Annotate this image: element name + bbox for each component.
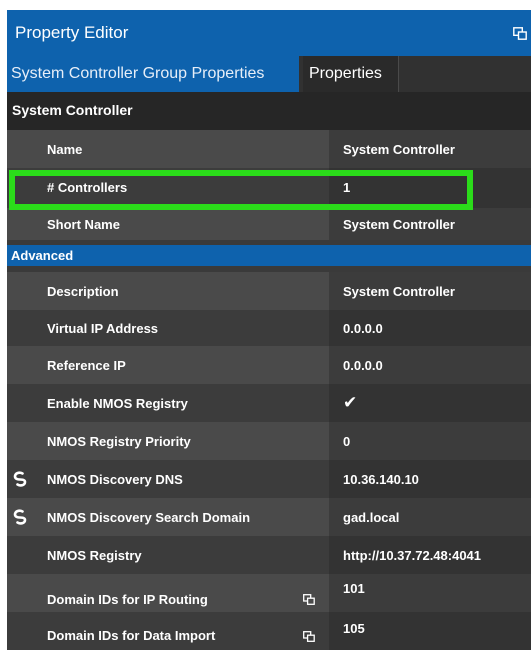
property-editor-panel: Property Editor System Controller Group … [7,10,531,650]
property-name: Virtual IP Address [47,321,159,336]
property-name: Domain IDs for Data Import [47,628,216,643]
property-row-domain-ids-data-import[interactable]: Domain IDs for Data Import 105 [7,612,531,650]
tab-bar: System Controller Group Properties Prope… [7,56,531,92]
property-name: Reference IP [47,358,126,373]
undock-icon[interactable] [513,27,527,40]
property-value[interactable]: 0.0.0.0 [343,358,383,373]
property-row-controllers[interactable]: # Controllers 1 [7,168,531,208]
section-header-advanced[interactable]: Advanced [7,245,531,266]
property-row-nmos-registry-priority[interactable]: NMOS Registry Priority 0 [7,422,531,460]
property-row-name[interactable]: Name System Controller [7,130,531,168]
property-row-nmos-discovery-search-domain[interactable]: NMOS Discovery Search Domain gad.local [7,498,531,536]
property-name: NMOS Discovery DNS [47,472,183,487]
property-value[interactable]: 0.0.0.0 [343,321,383,336]
property-name: Short Name [47,217,120,232]
property-name: Name [47,142,83,157]
property-name: # Controllers [47,180,128,195]
property-name: Enable NMOS Registry [47,396,188,411]
enable-nmos-registry-checkbox[interactable]: ✔ [343,393,357,413]
property-value[interactable]: gad.local [343,510,399,525]
section-label: Advanced [11,248,74,263]
property-row-short-name[interactable]: Short Name System Controller [7,208,531,240]
property-row-virtual-ip[interactable]: Virtual IP Address 0.0.0.0 [7,310,531,346]
property-row-reference-ip[interactable]: Reference IP 0.0.0.0 [7,346,531,384]
section-label: System Controller [12,102,133,118]
property-value[interactable]: System Controller [343,217,455,232]
link-icon[interactable] [11,508,29,526]
property-value[interactable]: 0 [343,434,350,449]
property-row-description[interactable]: Description System Controller [7,272,531,310]
property-name: Domain IDs for IP Routing [47,592,208,607]
popout-icon[interactable] [303,594,315,605]
title-bar: Property Editor [7,10,531,56]
panel-title: Property Editor [15,23,129,42]
tab-system-controller-group-properties[interactable]: System Controller Group Properties [7,56,299,92]
property-value[interactable]: 101 [343,581,365,596]
link-icon[interactable] [11,470,29,488]
property-value[interactable]: 105 [343,621,365,636]
popout-icon[interactable] [303,631,315,642]
property-name: NMOS Registry Priority [47,434,191,449]
property-value[interactable]: 10.36.140.10 [343,472,419,487]
section-header-system-controller[interactable]: System Controller [7,92,531,130]
property-value[interactable]: System Controller [343,284,455,299]
property-row-enable-nmos-registry[interactable]: Enable NMOS Registry ✔ [7,384,531,422]
property-row-nmos-discovery-dns[interactable]: NMOS Discovery DNS 10.36.140.10 [7,460,531,498]
property-row-domain-ids-ip-routing[interactable]: Domain IDs for IP Routing 101 [7,574,531,612]
property-value[interactable]: System Controller [343,142,455,157]
property-value[interactable]: http://10.37.72.48:4041 [343,548,481,563]
property-name: Description [47,284,119,299]
property-name: NMOS Registry [47,548,142,563]
property-row-nmos-registry[interactable]: NMOS Registry http://10.37.72.48:4041 [7,536,531,574]
property-value[interactable]: 1 [343,180,350,195]
property-name: NMOS Discovery Search Domain [47,510,251,525]
tab-properties[interactable]: Properties [303,56,399,92]
